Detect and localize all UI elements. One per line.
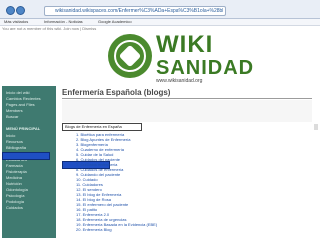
logo-url: www.wikisanidad.org [156,78,203,84]
sidebar-item-home[interactable]: Inicio del wiki [6,90,30,95]
sidebar-link[interactable]: Odontología [6,187,28,192]
bookmark-item[interactable]: Más visitados [4,19,28,25]
back-icon[interactable] [6,6,15,15]
sidebar-item-members[interactable]: Members [6,108,23,113]
sidebar: Inicio del wiki Cambios Recientes Pages … [2,86,56,238]
page-title: Enfermería Española (blogs) [62,88,171,97]
content-placeholder [62,100,312,122]
logo-subtitle: SANIDAD [156,57,255,79]
sidebar-link[interactable]: Podología [6,199,24,204]
url-text: wikisanidad.wikispaces.com/Enfermer%C3%A… [55,8,223,14]
address-bar[interactable]: wikisanidad.wikispaces.com/Enfermer%C3%A… [44,6,226,16]
bookmark-item[interactable]: Información - Noticias [44,19,83,25]
list-item[interactable]: 20. Enfermería Blog [76,227,112,232]
logo-title: WIKI [156,31,214,58]
browser-toolbar: wikisanidad.wikispaces.com/Enfermer%C3%A… [0,0,320,19]
bookmark-item[interactable]: Google Academico [98,19,132,25]
sidebar-item-recent[interactable]: Cambios Recientes [6,96,41,101]
sidebar-link[interactable]: Psicología [6,193,24,198]
blogs-box-label: Blogs de Enfermería en España [62,123,142,131]
sidebar-link[interactable]: Medicina [6,175,22,180]
join-notice: You are not a member of this wiki. Join … [2,26,97,31]
sidebar-link[interactable]: Nutrición [6,181,22,186]
sidebar-link[interactable]: Inicio [6,133,15,138]
bookmarks-bar: Más visitados Información - Noticias Goo… [0,19,320,26]
sidebar-link[interactable]: Recursos [6,139,23,144]
sidebar-item-pages[interactable]: Pages and Files [6,102,35,107]
sidebar-item-search[interactable]: Buscar [6,114,18,119]
sidebar-link[interactable]: Cuidados [6,205,23,210]
scroll-thumb[interactable] [314,124,318,130]
highlight-marker [2,152,50,160]
sidebar-link[interactable]: Fisioterapia [6,169,27,174]
wiki-logo-icon [108,34,152,78]
sidebar-section-label: MENÚ PRINCIPAL [6,126,41,131]
page-content: You are not a member of this wiki. Join … [0,26,320,240]
sidebar-link[interactable]: Farmacia [6,163,23,168]
forward-icon[interactable] [16,6,25,15]
divider [62,98,312,99]
sidebar-link[interactable]: Bibliografía [6,145,26,150]
